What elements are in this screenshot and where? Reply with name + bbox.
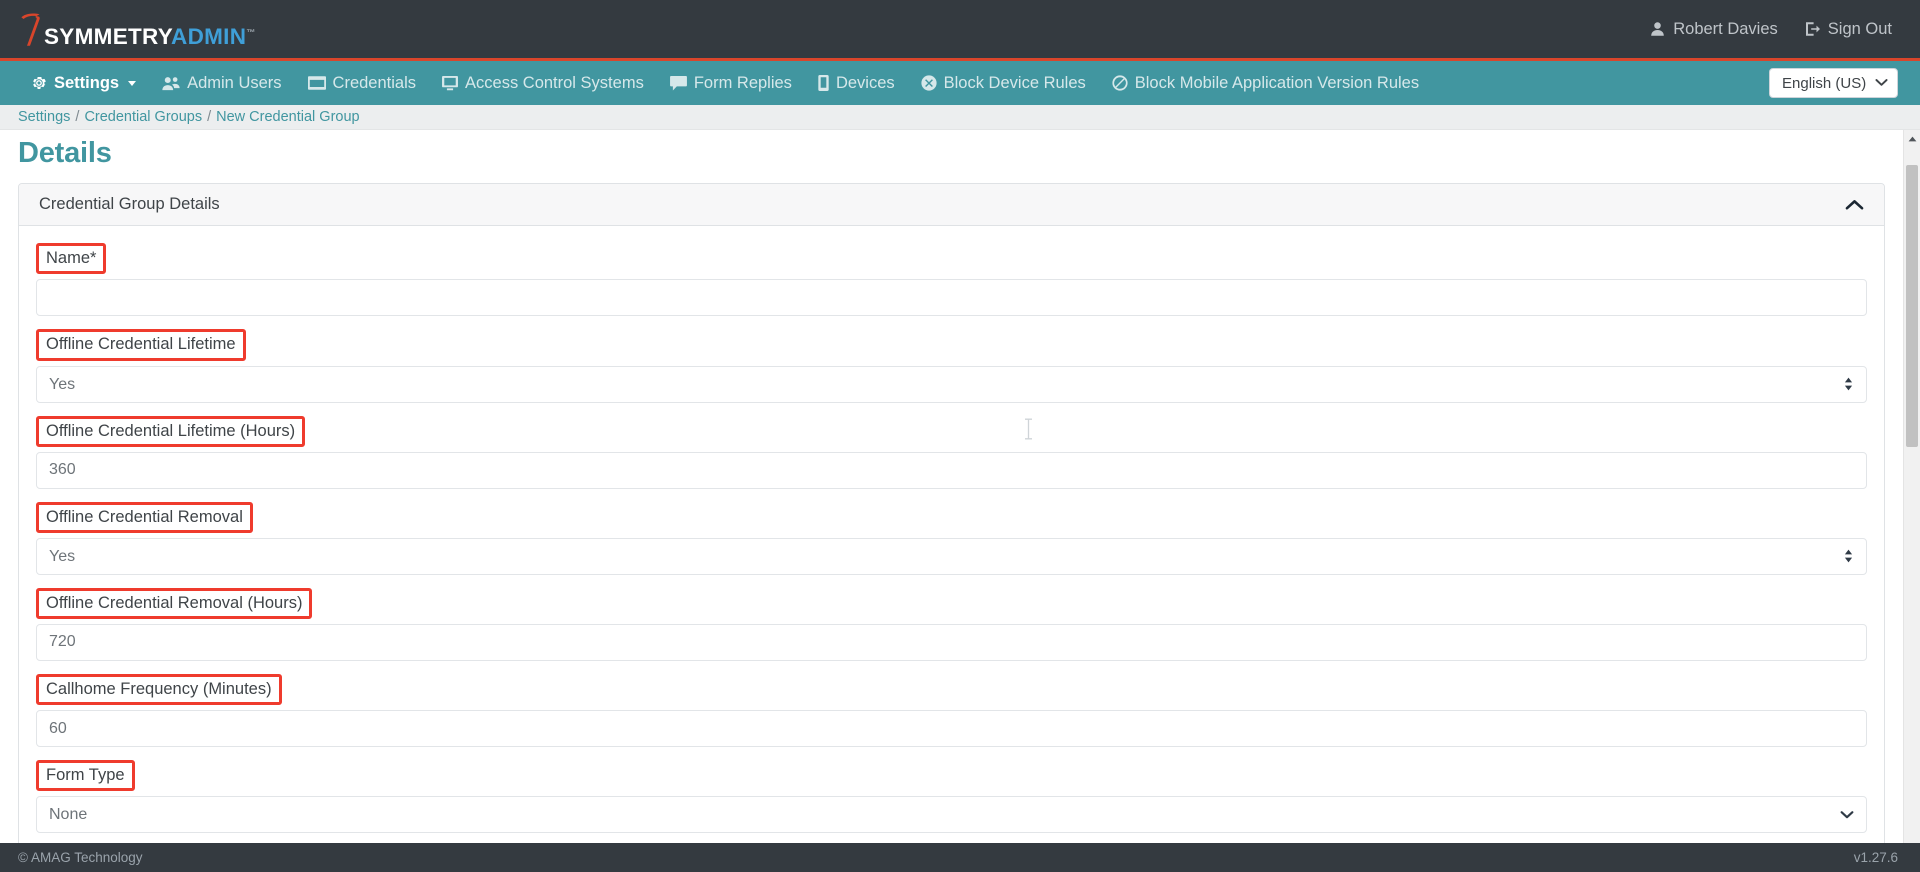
- offline-credential-removal-hours-input[interactable]: [36, 623, 1867, 661]
- sign-out-label: Sign Out: [1827, 19, 1892, 38]
- label-row: Form Type: [36, 760, 1867, 792]
- panel-title: Credential Group Details: [39, 195, 220, 214]
- select-wrap: Yes: [36, 365, 1867, 403]
- label-row: Offline Credential Removal (Hours): [36, 587, 1867, 619]
- sign-out-icon: [1805, 22, 1820, 36]
- label-offline-credential-removal-hours: Offline Credential Removal (Hours): [36, 587, 313, 619]
- nav-label-admin-users: Admin Users: [187, 73, 282, 92]
- content-area: Details Credential Group Details Name* O…: [0, 130, 1920, 843]
- users-icon: [162, 76, 180, 90]
- form-group-offline-credential-lifetime-hours: Offline Credential Lifetime (Hours): [36, 415, 1867, 489]
- label-row: Offline Credential Removal: [36, 501, 1867, 533]
- user-menu[interactable]: Robert Davies: [1650, 20, 1778, 39]
- scrollbar-track[interactable]: [1904, 147, 1920, 826]
- label-name: Name*: [36, 243, 107, 275]
- breadcrumb-item-credential-groups[interactable]: Credential Groups: [84, 109, 202, 125]
- nav-label-settings: Settings: [54, 73, 120, 92]
- nav-label-form-replies: Form Replies: [693, 73, 792, 92]
- page-title: Details: [18, 137, 112, 169]
- nav-item-form-replies[interactable]: Form Replies: [657, 61, 805, 105]
- nav-item-admin-users[interactable]: Admin Users: [149, 61, 294, 105]
- brand-trademark: ™: [246, 27, 256, 37]
- nav-label-block-device-rules: Block Device Rules: [943, 73, 1086, 92]
- breadcrumb-separator: /: [75, 109, 80, 125]
- language-selector[interactable]: English (US): [1769, 68, 1898, 98]
- content-inner: Details Credential Group Details Name* O…: [0, 130, 1903, 843]
- label-offline-credential-removal: Offline Credential Removal: [36, 501, 253, 533]
- form-group-offline-credential-removal: Offline Credential Removal Yes: [36, 501, 1867, 575]
- nav-label-devices: Devices: [835, 73, 895, 92]
- brand-secondary: ADMIN: [171, 23, 247, 49]
- form-type-select[interactable]: None: [36, 796, 1867, 834]
- nav-item-block-mobile-application-version-rules[interactable]: Block Mobile Application Version Rules: [1099, 61, 1432, 105]
- nav-item-access-control-systems[interactable]: Access Control Systems: [429, 61, 657, 105]
- form-group-offline-credential-removal-hours: Offline Credential Removal (Hours): [36, 587, 1867, 661]
- breadcrumb-item-settings[interactable]: Settings: [18, 109, 70, 125]
- scrollbar-thumb[interactable]: [1906, 165, 1918, 447]
- select-wrap: Yes: [36, 537, 1867, 575]
- gear-icon: [33, 76, 46, 90]
- credential-group-details-panel: Credential Group Details Name* Offline C…: [18, 183, 1885, 843]
- app-root: SYMMETRYADMIN™ Robert Davies Sign Out Se…: [0, 0, 1920, 872]
- desktop-icon: [442, 75, 458, 90]
- label-form-type: Form Type: [36, 760, 135, 792]
- label-row: Callhome Frequency (Minutes): [36, 673, 1867, 706]
- chevron-up-icon[interactable]: [1845, 199, 1864, 211]
- offline-credential-lifetime-hours-input[interactable]: [36, 451, 1867, 489]
- nav-label-credentials: Credentials: [332, 73, 417, 92]
- label-row: Offline Credential Lifetime: [36, 329, 1867, 361]
- comment-icon: [669, 75, 687, 90]
- brand-wordmark: SYMMETRYADMIN™: [44, 23, 256, 49]
- callhome-frequency-minutes-input[interactable]: [36, 710, 1867, 748]
- vertical-scrollbar[interactable]: [1903, 130, 1920, 843]
- nav-item-devices[interactable]: Devices: [805, 61, 908, 105]
- caret-up-icon: [1908, 136, 1916, 141]
- mobile-icon: [818, 75, 829, 91]
- user-name-label: Robert Davies: [1673, 19, 1778, 38]
- label-row: Offline Credential Lifetime (Hours): [36, 415, 1867, 447]
- main-navbar: Settings Admin Users Credentials Access …: [0, 61, 1920, 105]
- select-wrap: None: [36, 796, 1867, 834]
- panel-body: Name* Offline Credential Lifetime Yes Of…: [19, 226, 1884, 843]
- sign-out-button[interactable]: Sign Out: [1804, 20, 1892, 39]
- nav-item-credentials[interactable]: Credentials: [295, 61, 429, 105]
- label-row: Name*: [36, 243, 1867, 275]
- nav-item-settings[interactable]: Settings: [18, 61, 149, 105]
- id-card-icon: [307, 76, 326, 90]
- breadcrumb-separator: /: [207, 109, 212, 125]
- nav-label-access-control-systems: Access Control Systems: [465, 73, 644, 92]
- brand-primary: SYMMETRY: [44, 23, 172, 49]
- footer-version: v1.27.6: [1853, 850, 1898, 865]
- navbar-items: Settings Admin Users Credentials Access …: [18, 61, 1432, 105]
- footer: © AMAG Technology v1.27.6: [0, 843, 1920, 872]
- form-group-form-type: Form Type None: [36, 760, 1867, 834]
- form-group-callhome-frequency-minutes: Callhome Frequency (Minutes): [36, 673, 1867, 748]
- footer-copyright: © AMAG Technology: [18, 850, 143, 865]
- brand-logo[interactable]: SYMMETRYADMIN™: [18, 9, 256, 49]
- form-group-offline-credential-lifetime: Offline Credential Lifetime Yes: [36, 329, 1867, 403]
- panel-header[interactable]: Credential Group Details: [19, 184, 1884, 227]
- chevron-down-icon: [128, 80, 137, 86]
- ban-icon: [1112, 75, 1128, 91]
- offline-credential-lifetime-select[interactable]: Yes: [36, 365, 1867, 403]
- times-circle-icon: [921, 75, 937, 91]
- name-input[interactable]: [36, 279, 1867, 317]
- label-offline-credential-lifetime: Offline Credential Lifetime: [36, 329, 246, 361]
- breadcrumb: Settings / Credential Groups / New Crede…: [0, 105, 1920, 130]
- form-group-name: Name*: [36, 243, 1867, 317]
- scrollbar-up-button[interactable]: [1904, 130, 1920, 147]
- symmetry-hook-icon: [21, 13, 40, 46]
- label-offline-credential-lifetime-hours: Offline Credential Lifetime (Hours): [36, 415, 306, 447]
- user-icon: [1651, 22, 1665, 36]
- top-header-right: Robert Davies Sign Out: [1650, 20, 1892, 39]
- offline-credential-removal-select[interactable]: Yes: [36, 537, 1867, 575]
- label-callhome-frequency-minutes: Callhome Frequency (Minutes): [36, 673, 282, 706]
- language-selector-wrap: English (US): [1769, 68, 1898, 98]
- breadcrumb-item-new-credential-group[interactable]: New Credential Group: [216, 109, 359, 125]
- nav-label-block-mobile-application-version-rules: Block Mobile Application Version Rules: [1134, 73, 1420, 92]
- top-header: SYMMETRYADMIN™ Robert Davies Sign Out: [0, 0, 1920, 61]
- nav-item-block-device-rules[interactable]: Block Device Rules: [908, 61, 1099, 105]
